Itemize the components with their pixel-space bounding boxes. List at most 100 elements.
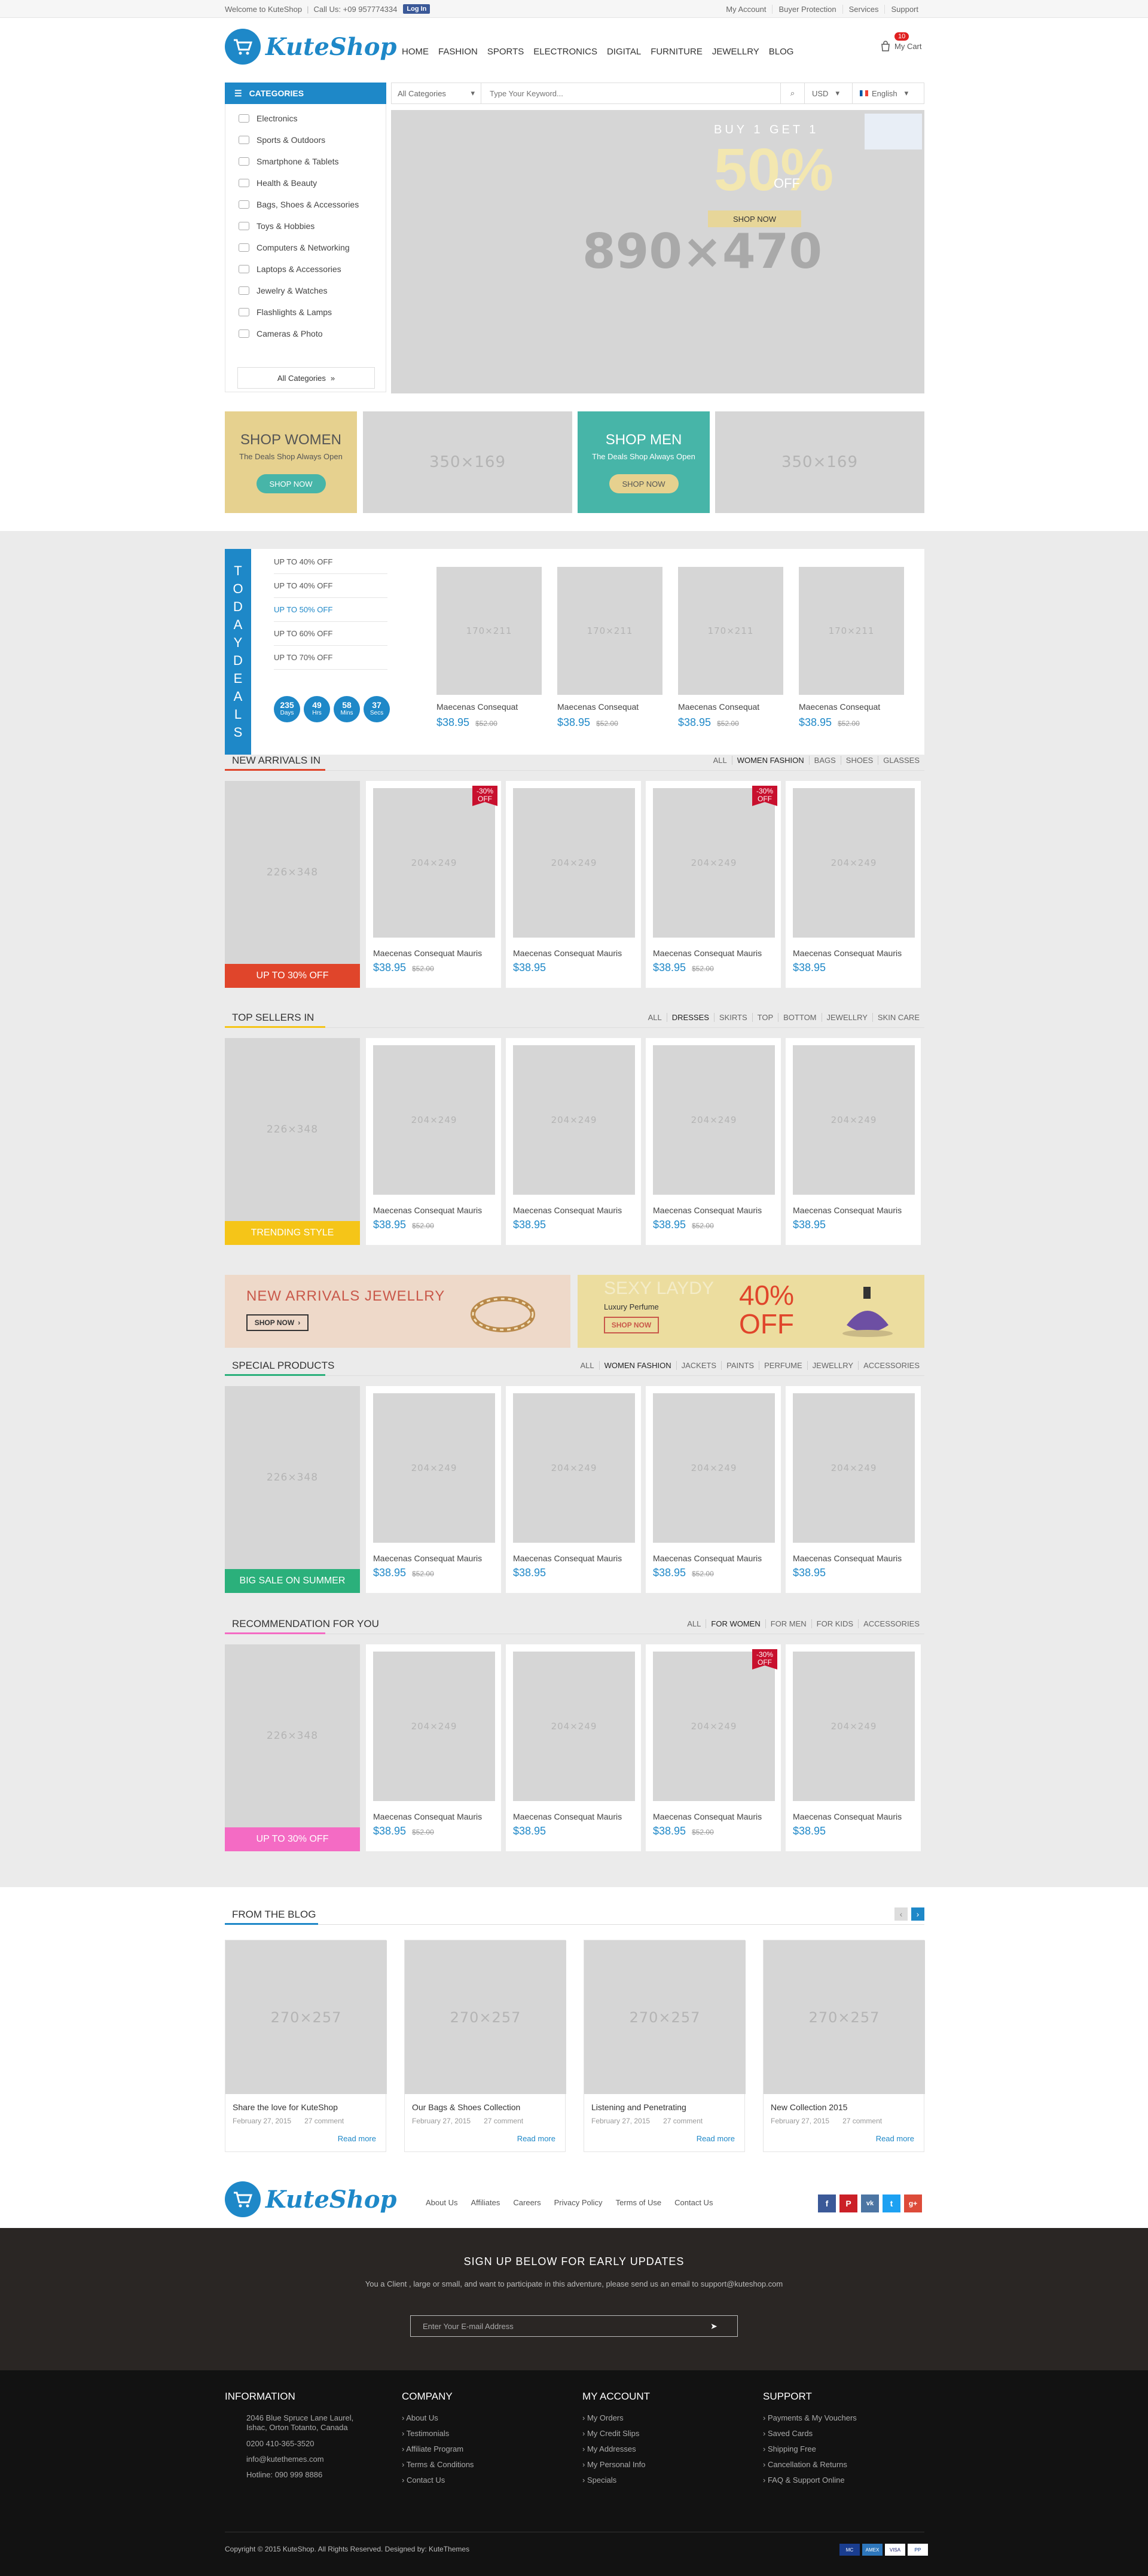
footer-link[interactable]: › FAQ & Support Online <box>763 2476 857 2485</box>
tab-for-women[interactable]: FOR WOMEN <box>706 1619 765 1628</box>
tab-for-men[interactable]: FOR MEN <box>765 1619 811 1628</box>
product-name[interactable]: Maecenas Consequat <box>436 702 542 712</box>
nav-blog[interactable]: BLOG <box>769 47 794 57</box>
section-feature-banner[interactable]: 226×348 UP TO 30% OFF <box>225 1644 360 1851</box>
feature-image[interactable]: 226×348 <box>225 1038 360 1221</box>
category-item[interactable]: Computers & Networking <box>225 237 386 258</box>
category-item[interactable]: Laptops & Accessories <box>225 258 386 280</box>
category-item[interactable]: Cameras & Photo <box>225 323 386 344</box>
tab-all[interactable]: ALL <box>709 756 732 765</box>
tab-bottom[interactable]: BOTTOM <box>778 1013 821 1022</box>
product-name[interactable]: Maecenas Consequat <box>678 702 783 712</box>
shop-men-banner[interactable]: SHOP MEN The Deals Shop Always Open SHOP… <box>578 411 710 513</box>
logo[interactable]: KuteShop <box>225 29 397 65</box>
product-name[interactable]: Maecenas Consequat Mauris <box>653 1553 762 1563</box>
footer-link[interactable]: › Contact Us <box>402 2476 474 2485</box>
jewellry-promo-banner[interactable]: NEW ARRIVALS JEWELLRY SHOP NOW › <box>225 1275 570 1348</box>
category-item[interactable]: Flashlights & Lamps <box>225 301 386 323</box>
blog-prev-button[interactable]: ‹ <box>894 1907 908 1921</box>
email-text[interactable]: info@kutethemes.com <box>225 2455 368 2464</box>
hero-shop-now-button[interactable]: SHOP NOW <box>708 210 801 227</box>
language-select[interactable]: English ▾ <box>852 83 924 103</box>
read-more-link[interactable]: Read more <box>697 2134 735 2143</box>
services-link[interactable]: Services <box>842 4 885 14</box>
blog-next-button[interactable]: › <box>911 1907 924 1921</box>
footer-link[interactable]: › My Addresses <box>582 2444 650 2453</box>
footer-link[interactable]: Privacy Policy <box>554 2198 603 2207</box>
twitter-icon[interactable]: t <box>883 2195 900 2212</box>
category-item[interactable]: Smartphone & Tablets <box>225 151 386 172</box>
product-image[interactable]: 204×249 <box>513 1393 635 1543</box>
shop-women-banner[interactable]: SHOP WOMEN The Deals Shop Always Open SH… <box>225 411 357 513</box>
product-card[interactable]: 204×249 Maecenas Consequat Mauris $38.95 $5… <box>646 1386 781 1593</box>
product-image[interactable]: 204×249 <box>653 788 775 938</box>
tab-all[interactable]: ALL <box>643 1013 667 1022</box>
nav-home[interactable]: HOME <box>402 47 429 57</box>
deal-filter-item[interactable]: UP TO 50% OFF <box>274 598 387 622</box>
feature-image[interactable]: 226×348 <box>225 1386 360 1569</box>
tab-all[interactable]: ALL <box>682 1619 706 1628</box>
product-card[interactable]: 204×249 Maecenas Consequat Mauris $38.95 <box>506 781 641 988</box>
product-card[interactable]: 204×249 Maecenas Consequat Mauris $38.95 $5… <box>366 1386 501 1593</box>
product-image[interactable]: 204×249 <box>373 1045 495 1195</box>
category-item[interactable]: Jewelry & Watches <box>225 280 386 301</box>
category-item[interactable]: Bags, Shoes & Accessories <box>225 194 386 215</box>
tab-top[interactable]: TOP <box>752 1013 778 1022</box>
google-plus-icon[interactable]: g+ <box>904 2195 922 2212</box>
product-card[interactable]: 204×249 Maecenas Consequat Mauris $38.95 $5… <box>366 1038 501 1245</box>
nav-electronics[interactable]: ELECTRONICS <box>533 47 597 57</box>
read-more-link[interactable]: Read more <box>517 2134 555 2143</box>
deal-product[interactable]: 170×211 Maecenas Consequat $38.95 $52.00 <box>436 567 542 729</box>
product-card[interactable]: 204×249 Maecenas Consequat Mauris $38.95 <box>786 1386 921 1593</box>
product-card[interactable]: 204×249 Maecenas Consequat Mauris $38.95 $5… <box>366 1644 501 1851</box>
footer-link[interactable]: About Us <box>426 2198 457 2207</box>
deal-filter-item[interactable]: UP TO 70% OFF <box>274 646 387 670</box>
feature-image[interactable]: 226×348 <box>225 1644 360 1827</box>
category-item[interactable]: Sports & Outdoors <box>225 129 386 151</box>
footer-logo[interactable]: KuteShop <box>225 2181 397 2217</box>
deal-product[interactable]: 170×211 Maecenas Consequat $38.95 $52.00 <box>799 567 904 729</box>
deal-filter-item[interactable]: UP TO 40% OFF <box>274 550 387 574</box>
tab-skin-care[interactable]: SKIN CARE <box>872 1013 924 1022</box>
read-more-link[interactable]: Read more <box>338 2134 376 2143</box>
all-categories-button[interactable]: All Categories» <box>237 367 375 389</box>
search-input[interactable] <box>481 83 780 103</box>
blog-post-title[interactable]: Our Bags & Shoes Collection <box>412 2102 565 2112</box>
footer-link[interactable]: Terms of Use <box>616 2198 662 2207</box>
footer-link[interactable]: › Testimonials <box>402 2429 474 2438</box>
footer-link[interactable]: › Shipping Free <box>763 2444 857 2453</box>
section-feature-banner[interactable]: 226×348 TRENDING STYLE <box>225 1038 360 1245</box>
product-card[interactable]: 204×249 -30% OFF Maecenas Consequat Mauris… <box>646 781 781 988</box>
footer-link[interactable]: Affiliates <box>471 2198 500 2207</box>
product-image[interactable]: 204×249 <box>373 788 495 938</box>
deal-product[interactable]: 170×211 Maecenas Consequat $38.95 $52.00 <box>557 567 662 729</box>
product-name[interactable]: Maecenas Consequat Mauris <box>793 948 902 958</box>
cart-button[interactable]: 10 My Cart <box>880 32 922 51</box>
perfume-promo-banner[interactable]: SEXY LAYDY Luxury Perfume SHOP NOW 40% OF… <box>578 1275 924 1348</box>
currency-select[interactable]: USD ▾ <box>804 83 852 103</box>
deal-filter-item[interactable]: UP TO 40% OFF <box>274 574 387 598</box>
product-name[interactable]: Maecenas Consequat Mauris <box>653 1205 762 1215</box>
footer-link[interactable]: Careers <box>513 2198 541 2207</box>
tab-women-fashion[interactable]: WOMEN FASHION <box>731 756 809 765</box>
facebook-login-button[interactable]: Log In <box>403 4 430 14</box>
blog-image[interactable]: 270×257 <box>405 1940 566 2094</box>
tab-skirts[interactable]: SKIRTS <box>713 1013 752 1022</box>
footer-link[interactable]: › My Credit Slips <box>582 2429 650 2438</box>
product-name[interactable]: Maecenas Consequat Mauris <box>373 1812 482 1821</box>
category-item[interactable]: Toys & Hobbies <box>225 215 386 237</box>
pinterest-icon[interactable]: P <box>839 2195 857 2212</box>
product-card[interactable]: 204×249 Maecenas Consequat Mauris $38.95 <box>786 781 921 988</box>
promo-shop-now-button[interactable]: SHOP NOW <box>604 1317 659 1333</box>
tab-paints[interactable]: PAINTS <box>721 1361 759 1370</box>
section-feature-banner[interactable]: 226×348 BIG SALE ON SUMMER <box>225 1386 360 1593</box>
product-card[interactable]: 204×249 Maecenas Consequat Mauris $38.95 $5… <box>646 1038 781 1245</box>
product-name[interactable]: Maecenas Consequat Mauris <box>513 1205 622 1215</box>
nav-fashion[interactable]: FASHION <box>438 47 478 57</box>
product-image[interactable]: 204×249 <box>793 788 915 938</box>
blog-post[interactable]: 270×257 New Collection 2015 February 27,… <box>763 1940 925 2152</box>
product-name[interactable]: Maecenas Consequat Mauris <box>793 1205 902 1215</box>
promo-shop-now-button[interactable]: SHOP NOW › <box>246 1314 309 1331</box>
product-name[interactable]: Maecenas Consequat Mauris <box>653 948 762 958</box>
feature-label[interactable]: UP TO 30% OFF <box>225 1827 360 1851</box>
